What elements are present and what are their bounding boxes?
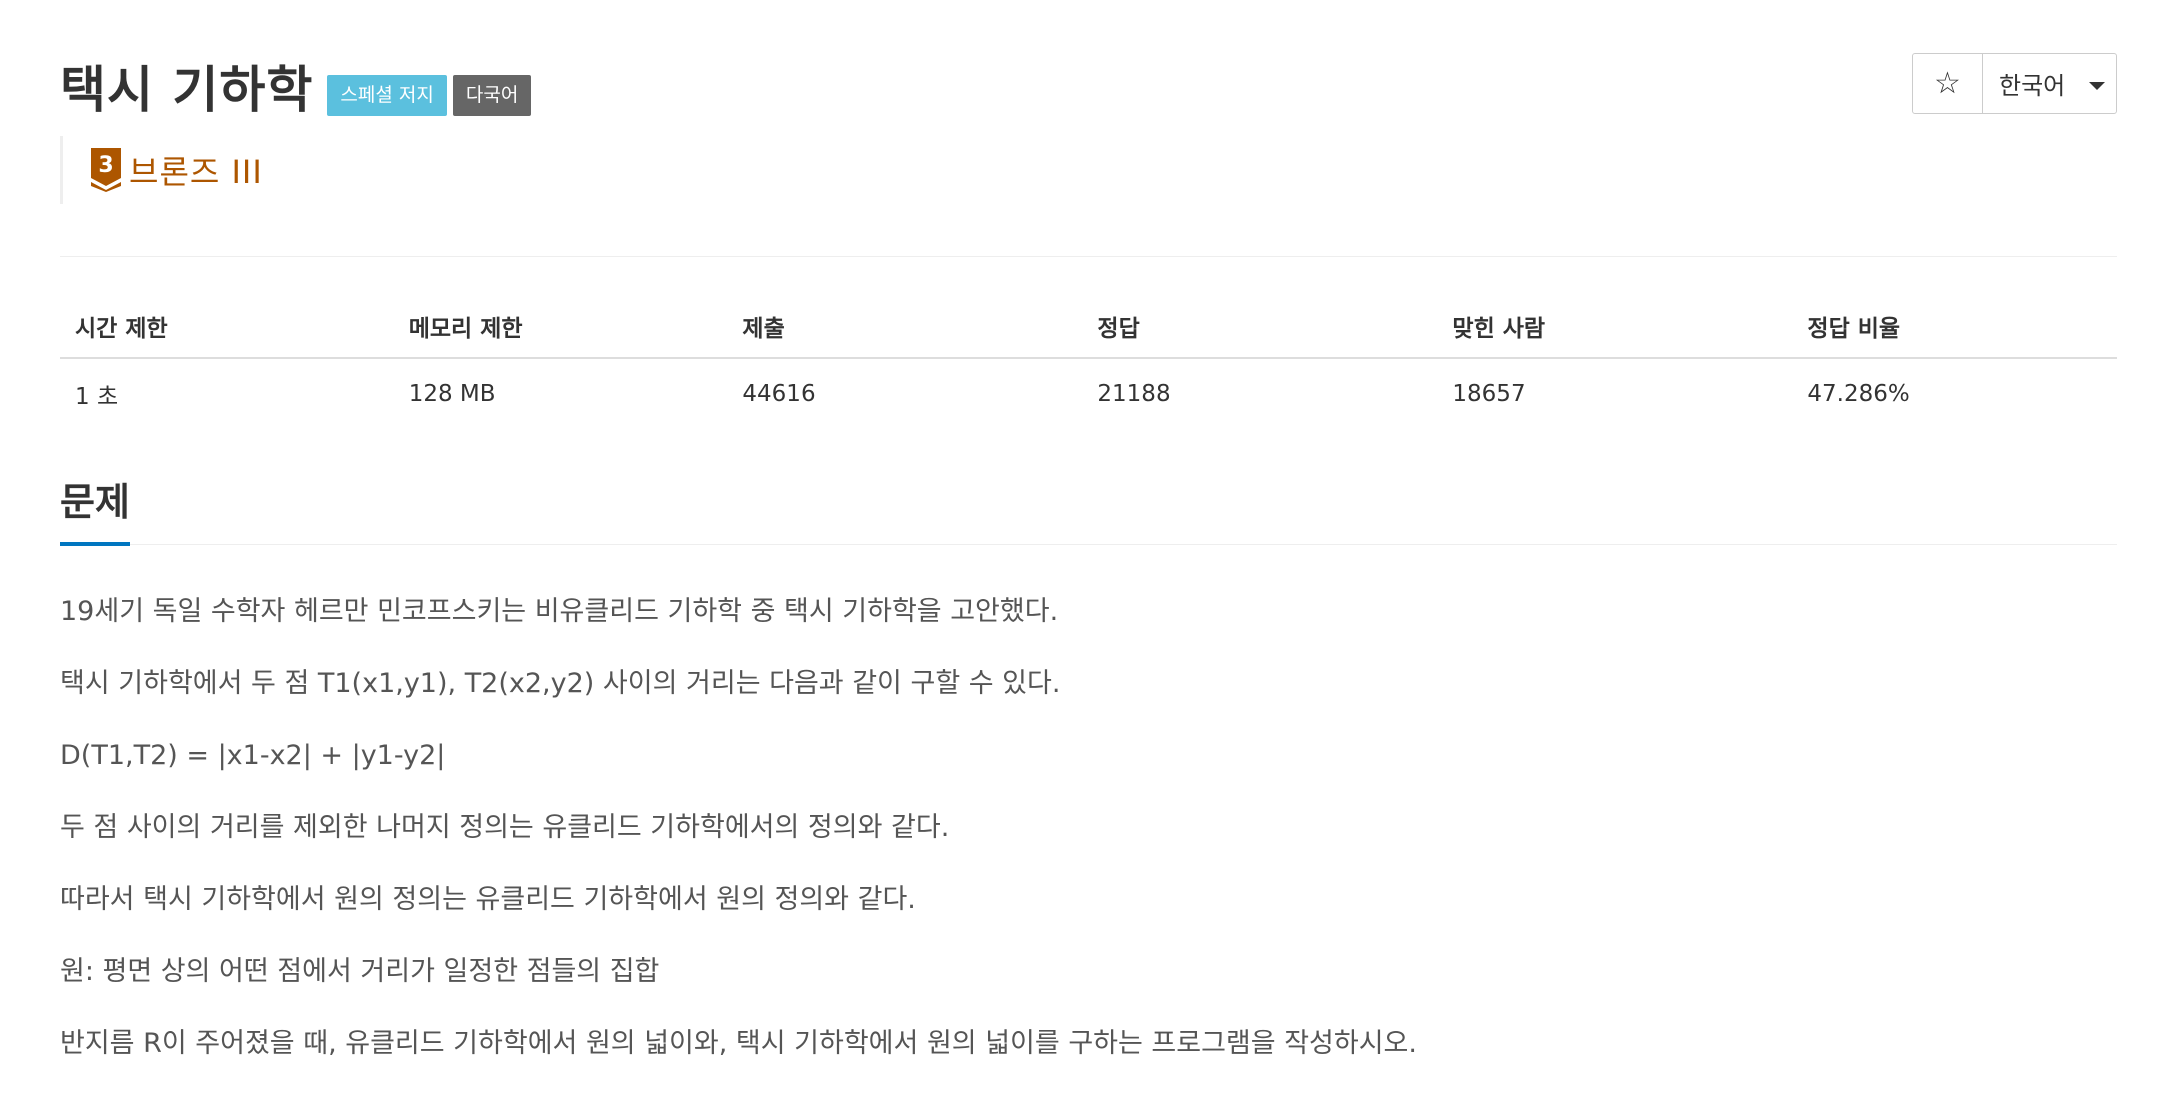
star-button[interactable]: ☆ xyxy=(1913,54,1983,113)
problem-section-header: 문제 xyxy=(60,478,2117,546)
chevron-down-icon xyxy=(2089,81,2106,90)
value-memory-limit: 128 MB xyxy=(408,381,496,407)
description-paragraph: 원: 평면 상의 어떤 점에서 거리가 일정한 점들의 집합 xyxy=(60,956,660,987)
section-title: 문제 xyxy=(60,478,130,546)
header-ratio: 정답 비율 xyxy=(1792,295,2117,359)
tier-block: 3 브론즈 III xyxy=(60,136,263,204)
description-paragraph: 두 점 사이의 거리를 제외한 나머지 정의는 유클리드 기하학에서의 정의와 … xyxy=(60,812,950,843)
top-controls: ☆ 한국어 xyxy=(1912,53,2117,114)
description-paragraph: 따라서 택시 기하학에서 원의 정의는 유클리드 기하학에서 원의 정의와 같다… xyxy=(60,884,916,915)
star-outline-icon: ☆ xyxy=(1934,66,1961,101)
value-accepted: 21188 xyxy=(1097,381,1171,407)
description-paragraph: 19세기 독일 수학자 헤르만 민코프스키는 비유클리드 기하학 중 택시 기하… xyxy=(60,596,1059,627)
description-paragraph: 반지름 R이 주어졌을 때, 유클리드 기하학에서 원의 넓이와, 택시 기하학… xyxy=(60,1028,1417,1059)
language-dropdown[interactable]: 한국어 xyxy=(1983,54,2116,113)
table-header-row: 시간 제한 메모리 제한 제출 정답 맞힌 사람 정답 비율 xyxy=(60,295,2117,359)
header-solved-users: 맞힌 사람 xyxy=(1437,295,1793,359)
page-title: 택시 기하학 xyxy=(60,61,314,119)
divider xyxy=(60,256,2117,257)
language-dropdown-label: 한국어 xyxy=(1999,72,2066,100)
value-submissions: 44616 xyxy=(742,381,816,407)
description-paragraph: 택시 기하학에서 두 점 T1(x1,y1), T2(x2,y2) 사이의 거리… xyxy=(60,668,1061,699)
header-memory-limit: 메모리 제한 xyxy=(393,295,728,359)
problem-description: 19세기 독일 수학자 헤르만 민코프스키는 비유클리드 기하학 중 택시 기하… xyxy=(60,594,2117,1098)
header-accepted: 정답 xyxy=(1082,295,1438,359)
header-submissions: 제출 xyxy=(727,295,1083,359)
table-row: 1 초 128 MB 44616 21188 18657 47.286% xyxy=(60,358,2117,425)
tier-link[interactable]: 브론즈 III xyxy=(129,147,263,193)
tier-level-number: 3 xyxy=(98,153,113,178)
value-time-limit: 1 초 xyxy=(75,384,119,410)
description-paragraph: D(T1,T2) = |x1-x2| + |y1-y2| xyxy=(60,740,446,771)
problem-page: 택시 기하학 스페셜 저지 다국어 ☆ 한국어 3 브론즈 III 시간 제한 … xyxy=(60,0,2117,1100)
header-time-limit: 시간 제한 xyxy=(60,295,394,359)
value-solved-users: 18657 xyxy=(1452,381,1526,407)
bronze-tier-icon: 3 xyxy=(91,148,121,192)
title-row: 택시 기하학 스페셜 저지 다국어 xyxy=(60,50,532,120)
multilang-badge[interactable]: 다국어 xyxy=(452,75,532,116)
problem-info-table: 시간 제한 메모리 제한 제출 정답 맞힌 사람 정답 비율 1 초 128 M… xyxy=(60,295,2117,425)
special-judge-badge[interactable]: 스페셜 저지 xyxy=(327,75,447,116)
value-ratio: 47.286% xyxy=(1807,381,1910,407)
